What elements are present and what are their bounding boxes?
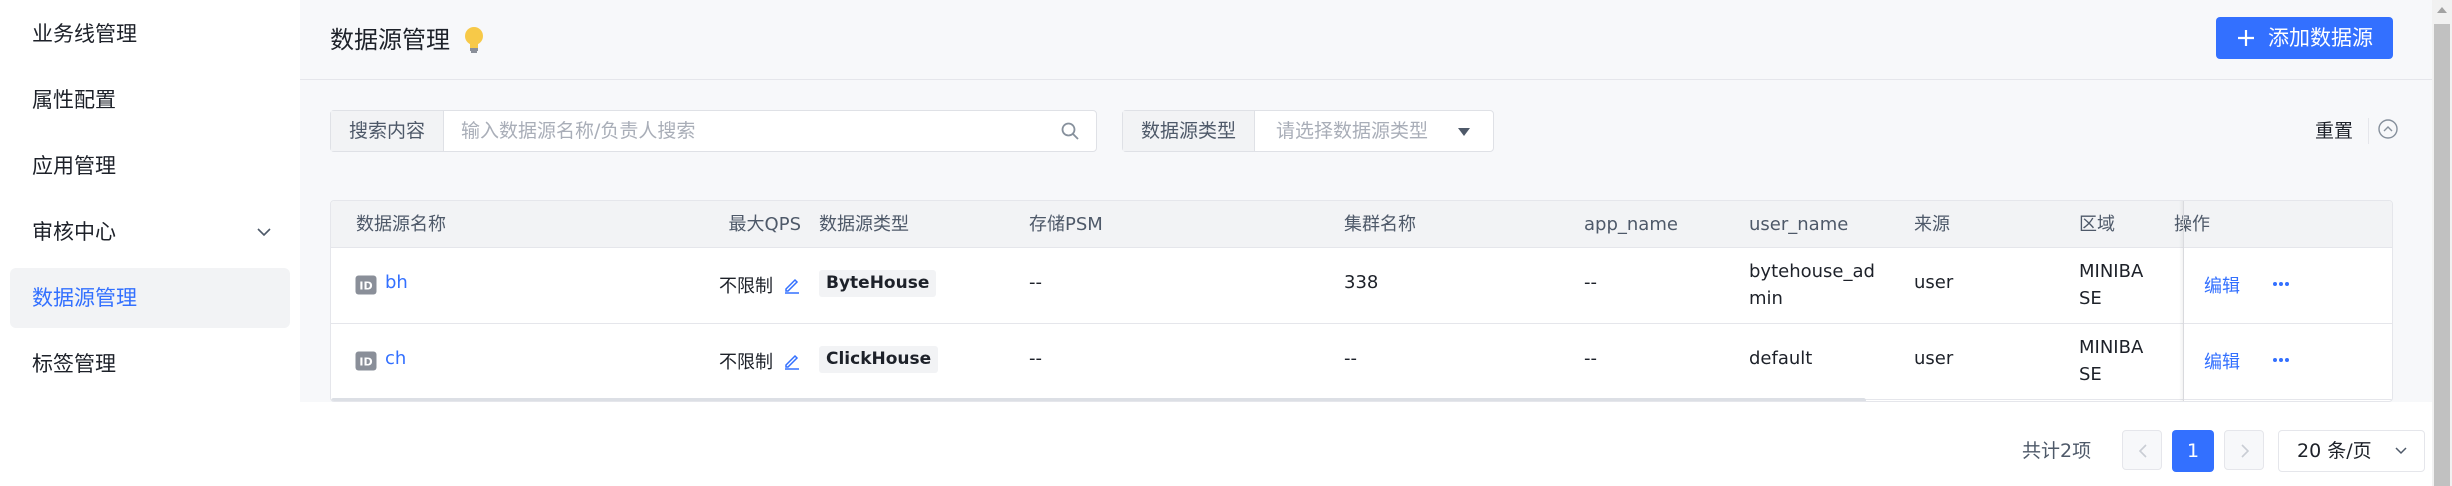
max-qps-value: 不限制: [719, 276, 773, 297]
column-header-user-name: user_name: [1749, 214, 1849, 235]
column-header-max-qps: 最大QPS: [728, 214, 801, 235]
sidebar-item-tag-management[interactable]: 标签管理: [10, 334, 290, 394]
add-data-source-label: 添加数据源: [2268, 26, 2373, 50]
data-source-table: 数据源名称 最大QPS 数据源类型 存储PSM 集群名称 app_name us…: [330, 200, 2393, 402]
sidebar-item-app-management[interactable]: 应用管理: [10, 136, 290, 196]
type-filter: 数据源类型 请选择数据源类型: [1122, 110, 1494, 152]
region-value: MINIBASE: [2079, 261, 2144, 309]
add-data-source-button[interactable]: 添加数据源: [2216, 17, 2393, 59]
edit-icon[interactable]: [783, 352, 801, 370]
cluster-value: --: [1344, 348, 1357, 369]
page-size-select[interactable]: 20 条/页: [2278, 430, 2425, 472]
vertical-scrollbar-thumb[interactable]: [2434, 24, 2450, 486]
type-select[interactable]: 请选择数据源类型: [1276, 111, 1428, 151]
column-header-type: 数据源类型: [819, 214, 909, 235]
search-filter: 搜索内容 输入数据源名称/负责人搜索: [330, 110, 1097, 152]
page-title: 数据源管理: [330, 26, 450, 54]
column-header-region: 区域: [2079, 214, 2115, 235]
scroll-up-arrow-icon[interactable]: [2436, 5, 2448, 15]
svg-text:ID: ID: [359, 356, 372, 369]
horizontal-scrollbar[interactable]: [331, 398, 1866, 401]
more-icon[interactable]: [2272, 281, 2290, 287]
data-source-name-link[interactable]: ch: [385, 348, 406, 369]
search-icon[interactable]: [1060, 121, 1080, 141]
page-number-current[interactable]: 1: [2172, 430, 2214, 472]
app-name-value: --: [1584, 272, 1597, 293]
reset-button[interactable]: 重置: [2315, 113, 2353, 149]
table-header: 数据源名称 最大QPS 数据源类型 存储PSM 集群名称 app_name us…: [331, 201, 2392, 248]
column-header-psm: 存储PSM: [1029, 214, 1103, 235]
column-header-source: 来源: [1914, 214, 1950, 235]
actions-column: 编辑 编辑: [2179, 201, 2392, 401]
psm-value: --: [1029, 272, 1042, 293]
plus-icon: [2238, 30, 2254, 46]
psm-value: --: [1029, 348, 1042, 369]
max-qps-value: 不限制: [719, 352, 773, 373]
main-content: 数据源管理 添加数据源 搜索内容 输入数据源名称/负责人搜索 数据源类型 请选择…: [300, 0, 2432, 486]
data-source-name-link[interactable]: bh: [385, 272, 408, 293]
id-icon: ID: [355, 275, 377, 295]
type-tag: ByteHouse: [819, 270, 937, 297]
prev-page-button[interactable]: [2122, 430, 2162, 470]
type-tag: ClickHouse: [819, 346, 939, 373]
search-label: 搜索内容: [331, 111, 445, 151]
column-shadow: [2179, 201, 2184, 401]
edit-icon[interactable]: [783, 276, 801, 294]
app-name-value: --: [1584, 348, 1597, 369]
more-icon[interactable]: [2272, 357, 2290, 363]
edit-button[interactable]: 编辑: [2204, 348, 2240, 374]
table-row: ID ch 不限制 ClickHouse -- -- -- default us…: [331, 324, 2392, 400]
id-icon: ID: [355, 351, 377, 371]
sidebar-item-business-lines[interactable]: 业务线管理: [10, 4, 290, 64]
search-input[interactable]: 输入数据源名称/负责人搜索: [461, 111, 695, 151]
next-page-button[interactable]: [2224, 430, 2264, 470]
chevron-down-icon: [2395, 447, 2407, 455]
chevron-down-icon: [257, 228, 271, 237]
sidebar-item-label: 审核中心: [32, 220, 116, 244]
column-header-cluster: 集群名称: [1344, 214, 1416, 235]
type-label: 数据源类型: [1123, 111, 1256, 151]
user-name-value: default: [1749, 348, 1813, 369]
column-header-app-name: app_name: [1584, 214, 1678, 235]
chevron-right-icon: [2241, 444, 2250, 458]
chevron-left-icon: [2138, 444, 2147, 458]
sidebar-item-attribute-config[interactable]: 属性配置: [10, 70, 290, 130]
region-value: MINIBASE: [2079, 337, 2144, 385]
table-row: ID bh 不限制 ByteHouse -- 338 -- bytehouse_…: [331, 248, 2392, 324]
sidebar: 业务线管理 属性配置 应用管理 审核中心 数据源管理 标签管理: [0, 0, 300, 486]
collapse-icon[interactable]: [2377, 118, 2399, 140]
user-name-value: bytehouse_admin: [1749, 261, 1875, 309]
source-value: user: [1914, 272, 1954, 293]
page-header: 数据源管理 添加数据源: [300, 0, 2432, 80]
edit-button[interactable]: 编辑: [2204, 272, 2240, 298]
sidebar-item-data-sources[interactable]: 数据源管理: [10, 268, 290, 328]
total-count: 共计2项: [2022, 440, 2092, 462]
column-header-name: 数据源名称: [356, 214, 446, 235]
caret-down-icon[interactable]: [1457, 127, 1471, 137]
source-value: user: [1914, 348, 1954, 369]
cluster-value: 338: [1344, 272, 1379, 293]
sidebar-item-review-center[interactable]: 审核中心: [10, 202, 290, 262]
page-size-value: 20 条/页: [2297, 440, 2372, 462]
divider: [2368, 118, 2369, 144]
svg-text:ID: ID: [359, 280, 372, 293]
lightbulb-icon[interactable]: [460, 24, 488, 56]
